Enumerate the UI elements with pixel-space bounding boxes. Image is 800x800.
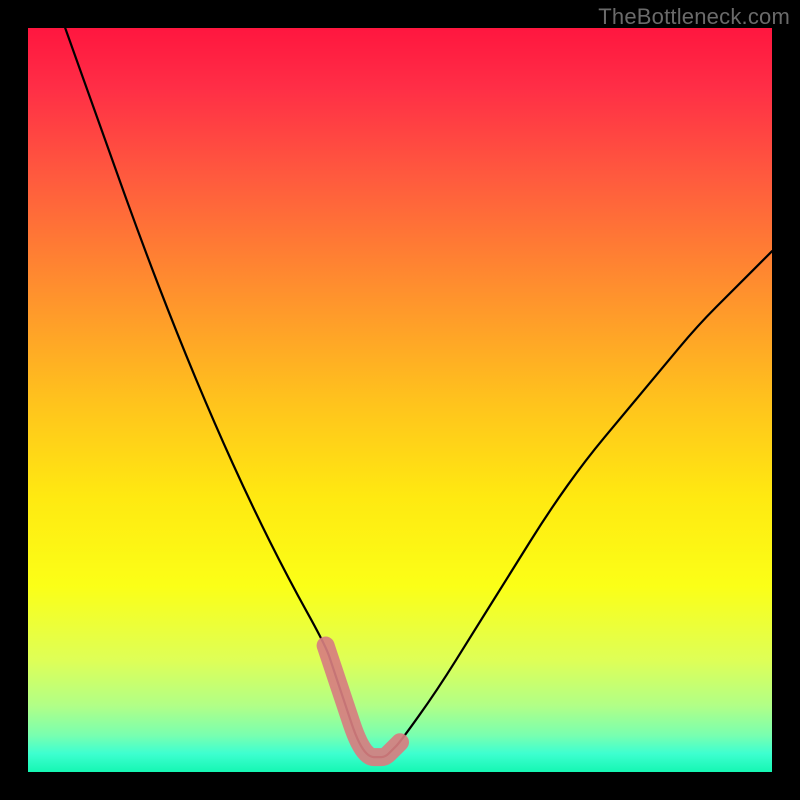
bottleneck-curve	[65, 28, 772, 757]
plot-area	[28, 28, 772, 772]
watermark-text: TheBottleneck.com	[598, 4, 790, 30]
chart-frame: TheBottleneck.com	[0, 0, 800, 800]
optimal-band	[326, 646, 400, 758]
curve-layer	[28, 28, 772, 772]
